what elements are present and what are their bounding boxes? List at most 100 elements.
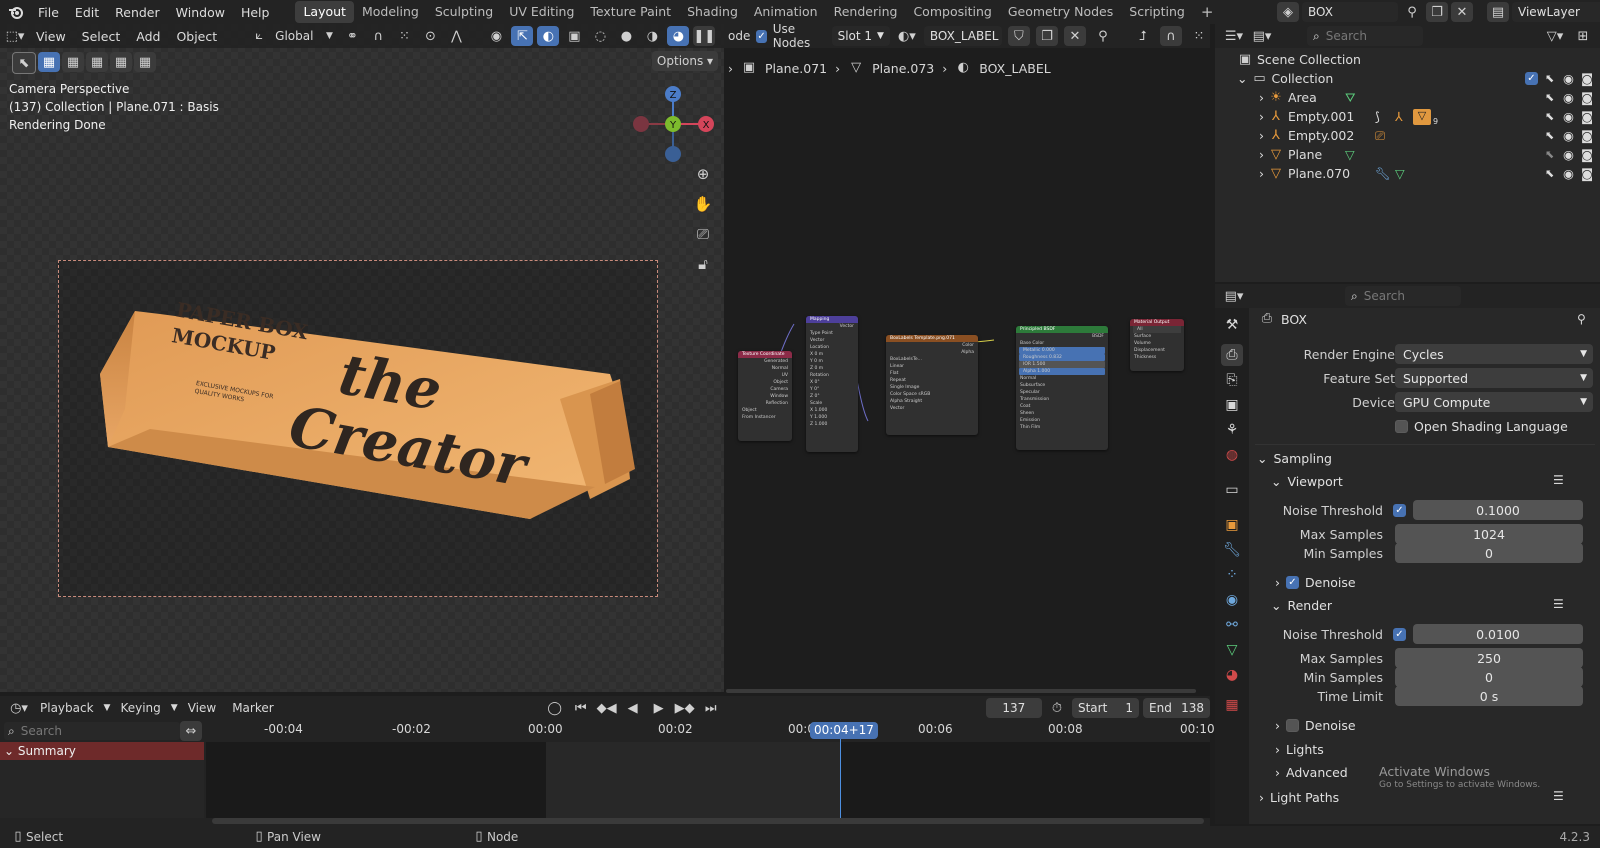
snap-target-icon[interactable]: ⁙ (393, 26, 415, 46)
constraints-tab-icon[interactable]: ⚯ (1221, 614, 1243, 636)
proportional-edit-icon[interactable]: ⊙ (419, 26, 441, 46)
output-tab-icon[interactable]: ⎘ (1221, 369, 1243, 391)
viewport-menu-object[interactable]: Object (170, 29, 223, 44)
eye-icon[interactable]: ◉ (1563, 71, 1574, 86)
jump-start-icon[interactable]: ⏮ (570, 698, 592, 718)
editor-type-icon[interactable]: ⬚▾ (4, 26, 26, 46)
expand-arrow-icon[interactable]: › (1259, 109, 1264, 124)
tool-tab-icon[interactable]: ⚒ (1221, 314, 1243, 336)
sampling-panel-header[interactable]: ⌄ Sampling (1257, 451, 1332, 466)
tab-texture-paint[interactable]: Texture Paint (582, 1, 679, 23)
scene-selector-icon[interactable]: ◈ (1277, 2, 1299, 22)
menu-edit[interactable]: Edit (67, 5, 107, 20)
particles-tab-icon[interactable]: ⁘ (1221, 564, 1243, 586)
view-layer-selector-icon[interactable]: ▤ (1487, 2, 1509, 22)
viewport-menu-select[interactable]: Select (76, 29, 127, 44)
vp-denoise-checkbox[interactable]: ✓ (1286, 576, 1299, 589)
vp-max-samples-field[interactable]: 1024 (1395, 524, 1583, 544)
timeline-menu-view[interactable]: View (182, 701, 222, 715)
material-tab-icon[interactable]: ◕ (1221, 664, 1243, 686)
tab-geometry-nodes[interactable]: Geometry Nodes (1000, 1, 1121, 23)
eye-icon[interactable]: ◉ (1563, 109, 1574, 124)
viewport-menu-view[interactable]: View (30, 29, 72, 44)
feature-set-dropdown[interactable]: Supported ▼ (1395, 368, 1593, 388)
camera-view-icon[interactable]: ⎚ (692, 224, 714, 244)
vp-min-samples-field[interactable]: 0 (1395, 543, 1583, 563)
camera-render-icon[interactable]: ◙ (1581, 90, 1593, 105)
solid-shading-icon[interactable]: ● (615, 26, 637, 46)
scene-tab-icon[interactable]: ⚘ (1221, 419, 1243, 441)
play-reverse-icon[interactable]: ◀ (622, 698, 644, 718)
select-tool-icon[interactable]: ⬉ (12, 52, 36, 74)
tab-shading[interactable]: Shading (679, 1, 746, 23)
r-noise-threshold-field[interactable]: 0.0100 (1413, 624, 1583, 644)
pin-icon[interactable]: ⚲ (1401, 2, 1423, 22)
r-max-samples-field[interactable]: 250 (1395, 648, 1583, 668)
selectable-icon[interactable]: ⬉ (1545, 167, 1554, 180)
node-image-texture[interactable]: BoxLabels Template.png.071 Color Alpha B… (886, 335, 978, 435)
rendered-shading-icon[interactable]: ◕ (667, 26, 690, 46)
selectable-icon[interactable]: ⬉ (1545, 72, 1554, 85)
camera-render-icon[interactable]: ◙ (1581, 71, 1593, 86)
time-ruler[interactable]: -00:04 -00:02 00:00 00:02 00:0 00:06 00:… (206, 720, 1215, 740)
outliner-item-empty-002[interactable]: › ⅄ Empty.002 ⎚ ⬉ ◉ ◙ (1215, 126, 1600, 145)
eye-icon[interactable]: ◉ (1563, 128, 1574, 143)
presets-list-icon[interactable]: ☰ (1553, 473, 1564, 487)
tab-scripting[interactable]: Scripting (1121, 1, 1193, 23)
outliner-item-area[interactable]: › ☀ Area ⛛ ⬉ ◉ ◙ (1215, 88, 1600, 107)
tab-uv-editing[interactable]: UV Editing (501, 1, 582, 23)
presets-list-icon[interactable]: ☰ (1553, 597, 1564, 611)
node-principled-bsdf[interactable]: Principled BSDF BSDF Base Color Metallic… (1016, 326, 1108, 450)
start-frame-field[interactable]: Start 1 (1071, 698, 1139, 718)
expand-chevron-icon[interactable]: ⌄ (1237, 71, 1247, 86)
eye-icon[interactable]: ◉ (1563, 90, 1574, 105)
expand-arrow-icon[interactable]: › (1259, 147, 1264, 162)
lights-subpanel[interactable]: › Lights (1275, 742, 1324, 757)
node-texture-coordinate[interactable]: Texture Coordinate Generated Normal UV O… (738, 351, 792, 441)
3d-viewport[interactable]: ⬚▾ View Select Add Object ⟀ Global ▼ ⚭ ∩… (0, 24, 724, 692)
jump-end-icon[interactable]: ⏭ (700, 698, 722, 718)
shader-node-editor[interactable]: ode ✓ Use Nodes Slot 1 ▼ ◐▾ BOX_LABEL ⛉ ❐… (724, 22, 1210, 693)
blender-logo-icon[interactable] (8, 4, 24, 20)
outliner[interactable]: ☰▾ ▤▾ ⌕ Search ▽▾ ⊞ ▣ Scene Collection ⌄ … (1215, 24, 1600, 282)
timeline-menu-marker[interactable]: Marker (226, 701, 279, 715)
select-new-icon[interactable]: ▦ (38, 52, 60, 72)
filter-icon[interactable]: ▽▾ (1544, 26, 1566, 46)
outliner-search-input[interactable]: ⌕ Search (1307, 26, 1423, 46)
tab-rendering[interactable]: Rendering (826, 1, 906, 23)
render-engine-dropdown[interactable]: Cycles ▼ (1395, 344, 1593, 364)
r-denoise-subpanel[interactable]: › Denoise (1275, 718, 1356, 733)
viewport-menu-add[interactable]: Add (130, 29, 166, 44)
camera-render-icon[interactable]: ◙ (1581, 147, 1593, 162)
pause-render-icon[interactable]: ❚❚ (693, 26, 716, 46)
menu-file[interactable]: File (30, 5, 67, 20)
swap-icon[interactable]: ⇔ (180, 721, 202, 741)
advanced-subpanel[interactable]: › Advanced (1275, 765, 1348, 780)
node-mapping[interactable]: Mapping Vector Type Point Vector Locatio… (806, 316, 858, 452)
render-subpanel-header[interactable]: ⌄ Render (1271, 598, 1332, 613)
delete-scene-icon[interactable]: ✕ (1451, 2, 1473, 22)
texture-tab-icon[interactable]: ▦ (1221, 694, 1243, 716)
select-invert-icon[interactable]: ▦ (110, 52, 132, 72)
eye-icon[interactable]: ◉ (1563, 147, 1574, 162)
selectable-icon[interactable]: ⬉ (1545, 91, 1554, 104)
expand-arrow-icon[interactable]: › (1259, 166, 1264, 181)
scene-name-field[interactable]: BOX (1302, 2, 1398, 22)
gizmo-toggle-icon[interactable]: ⇱ (511, 26, 534, 46)
pivot-icon[interactable]: ⚭ (341, 26, 363, 46)
select-intersect-icon[interactable]: ▦ (134, 52, 156, 72)
osl-row[interactable]: Open Shading Language (1395, 419, 1568, 434)
outliner-item-plane-070[interactable]: › ▽ Plane.070 🔧︎ ▽ ⬉ ◉ ◙ (1215, 164, 1600, 183)
wireframe-shading-icon[interactable]: ◌ (589, 26, 611, 46)
time-limit-field[interactable]: 0 s (1395, 686, 1583, 706)
device-dropdown[interactable]: GPU Compute ▼ (1395, 392, 1593, 412)
navigation-gizmo[interactable]: Z X Y (626, 82, 716, 172)
pin-icon[interactable]: ⚲ (1577, 312, 1586, 326)
selectable-icon[interactable]: ⬉ (1545, 110, 1554, 123)
select-extend-icon[interactable]: ▦ (62, 52, 84, 72)
snap-icon[interactable]: ∩ (367, 26, 389, 46)
r-noise-threshold-checkbox[interactable]: ✓ (1393, 628, 1406, 641)
timeline-editor-type-icon[interactable]: ◷▾ (8, 698, 30, 718)
overlay-toggle-icon[interactable]: ◐ (537, 26, 560, 46)
selectable-icon[interactable]: ⬉ (1545, 129, 1554, 142)
